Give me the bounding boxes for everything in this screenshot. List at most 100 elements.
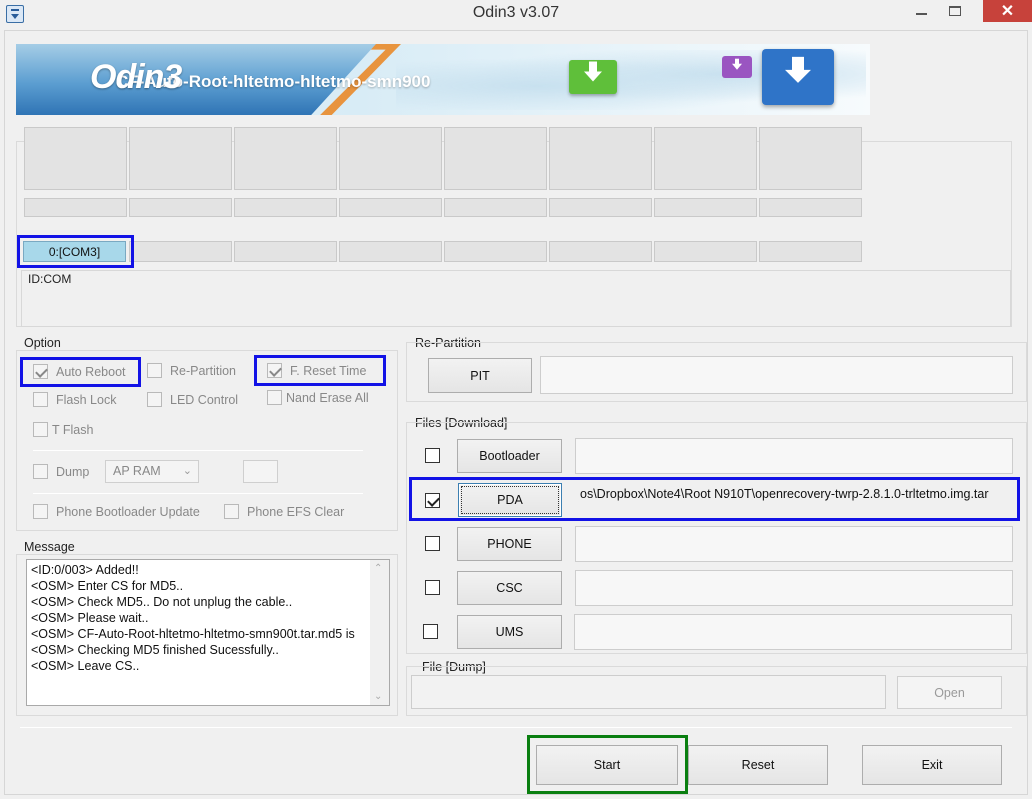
t-flash-label: T Flash	[52, 422, 94, 437]
dump-checkbox[interactable]	[33, 464, 48, 479]
port-progress-4	[339, 198, 442, 217]
minimize-icon	[915, 13, 927, 15]
window-title: Odin3 v3.07	[472, 4, 560, 21]
phone-checkbox[interactable]	[425, 536, 440, 551]
com-port-6	[549, 241, 652, 262]
pit-button[interactable]: PIT	[428, 358, 532, 393]
com-port-7	[654, 241, 757, 262]
t-flash-checkbox[interactable]	[33, 422, 48, 437]
highlight-com-port	[17, 235, 134, 268]
t-flash-option[interactable]: T Flash	[33, 422, 93, 437]
port-progress-7	[654, 198, 757, 217]
message-log[interactable]: <ID:0/003> Added!! <OSM> Enter CS for MD5…	[26, 559, 390, 706]
pit-path-field[interactable]	[540, 356, 1013, 394]
message-line: <ID:0/003> Added!!	[31, 563, 139, 577]
reset-button[interactable]: Reset	[688, 745, 828, 785]
phone-path-field[interactable]	[575, 526, 1013, 562]
option-divider-2	[33, 493, 363, 494]
odin-banner: CF-Auto-Root-hltetmo-hltetmo-smn900 Odin…	[16, 44, 870, 115]
option-divider-1	[33, 450, 363, 451]
port-slot-6	[549, 127, 652, 190]
highlight-start	[527, 735, 688, 794]
dump-aux-field	[243, 460, 278, 483]
highlight-pda-row	[409, 477, 1020, 521]
port-progress-1	[24, 198, 127, 217]
message-lines: <ID:0/003> Added!! <OSM> Enter CS for MD5…	[27, 560, 389, 674]
download-purple-icon	[722, 56, 752, 78]
port-progress-5	[444, 198, 547, 217]
phone-bootloader-update-label: Phone Bootloader Update	[56, 504, 200, 519]
chevron-down-icon: ⌄	[182, 465, 192, 477]
open-button[interactable]: Open	[897, 676, 1002, 709]
download-blue-icon	[762, 49, 834, 105]
re-partition-checkbox[interactable]	[147, 363, 162, 378]
phone-bootloader-update-option[interactable]: Phone Bootloader Update	[33, 504, 200, 519]
option-title: Option	[24, 336, 61, 350]
maximize-button[interactable]	[940, 0, 970, 22]
highlight-auto-reboot	[20, 357, 141, 387]
led-control-checkbox[interactable]	[147, 392, 162, 407]
port-progress-3	[234, 198, 337, 217]
highlight-f-reset-time	[254, 355, 386, 386]
minimize-button[interactable]	[906, 0, 936, 22]
com-port-8	[759, 241, 862, 262]
port-progress-8	[759, 198, 862, 217]
port-slot-2	[129, 127, 232, 190]
phone-bootloader-update-checkbox[interactable]	[33, 504, 48, 519]
led-control-option[interactable]: LED Control	[147, 392, 238, 407]
ums-checkbox[interactable]	[423, 624, 438, 639]
dump-option[interactable]: Dump	[33, 464, 89, 479]
phone-efs-clear-checkbox[interactable]	[224, 504, 239, 519]
close-button[interactable]: ✕	[983, 0, 1032, 22]
port-slot-8	[759, 127, 862, 190]
message-title: Message	[24, 540, 75, 554]
dump-path-field[interactable]	[411, 675, 886, 709]
led-control-label: LED Control	[170, 392, 239, 407]
scroll-up-icon[interactable]: ⌃	[374, 563, 382, 574]
message-line: <OSM> Leave CS..	[31, 659, 140, 673]
port-slot-4	[339, 127, 442, 190]
port-progress-6	[549, 198, 652, 217]
scroll-down-icon[interactable]: ⌄	[374, 691, 382, 702]
nand-erase-all-checkbox[interactable]	[267, 390, 282, 405]
nand-erase-all-label: Nand Erase All	[286, 390, 369, 405]
flash-lock-option[interactable]: Flash Lock	[33, 392, 116, 407]
bottom-divider	[20, 727, 1012, 728]
bootloader-path-field[interactable]	[575, 438, 1013, 474]
phone-button[interactable]: PHONE	[457, 527, 562, 561]
com-port-2	[129, 241, 232, 262]
com-port-3	[234, 241, 337, 262]
close-icon: ✕	[1000, 3, 1015, 20]
phone-efs-clear-label: Phone EFS Clear	[247, 504, 345, 519]
message-scrollbar[interactable]: ⌃ ⌄	[370, 560, 389, 705]
ums-button[interactable]: UMS	[457, 615, 562, 649]
message-line: <OSM> Please wait..	[31, 611, 149, 625]
dump-label: Dump	[56, 464, 90, 479]
message-line: <OSM> Check MD5.. Do not unplug the cabl…	[31, 595, 293, 609]
port-slot-3	[234, 127, 337, 190]
csc-button[interactable]: CSC	[457, 571, 562, 605]
flash-lock-checkbox[interactable]	[33, 392, 48, 407]
port-slot-1	[24, 127, 127, 190]
com-port-5	[444, 241, 547, 262]
message-line: <OSM> CF-Auto-Root-hltetmo-hltetmo-smn90…	[31, 627, 355, 641]
id-com-label: ID:COM	[28, 272, 72, 286]
phone-efs-clear-option[interactable]: Phone EFS Clear	[224, 504, 344, 519]
com-port-4	[339, 241, 442, 262]
odin-logo: Odin3	[90, 58, 182, 96]
csc-path-field[interactable]	[575, 570, 1013, 606]
nand-erase-all-option[interactable]: Nand Erase All	[267, 390, 369, 405]
exit-button[interactable]: Exit	[862, 745, 1002, 785]
csc-checkbox[interactable]	[425, 580, 440, 595]
flash-lock-label: Flash Lock	[56, 392, 117, 407]
port-slot-5	[444, 127, 547, 190]
maximize-icon	[949, 6, 961, 16]
dump-type-value: AP RAM	[113, 464, 161, 478]
dump-type-select[interactable]: AP RAM ⌄	[105, 460, 199, 483]
ums-path-field[interactable]	[574, 614, 1012, 650]
re-partition-option[interactable]: Re-Partition	[147, 363, 236, 378]
bootloader-button[interactable]: Bootloader	[457, 439, 562, 473]
title-bar: Odin3 v3.07 ✕	[0, 0, 1032, 30]
message-line: <OSM> Enter CS for MD5..	[31, 579, 184, 593]
bootloader-checkbox[interactable]	[425, 448, 440, 463]
